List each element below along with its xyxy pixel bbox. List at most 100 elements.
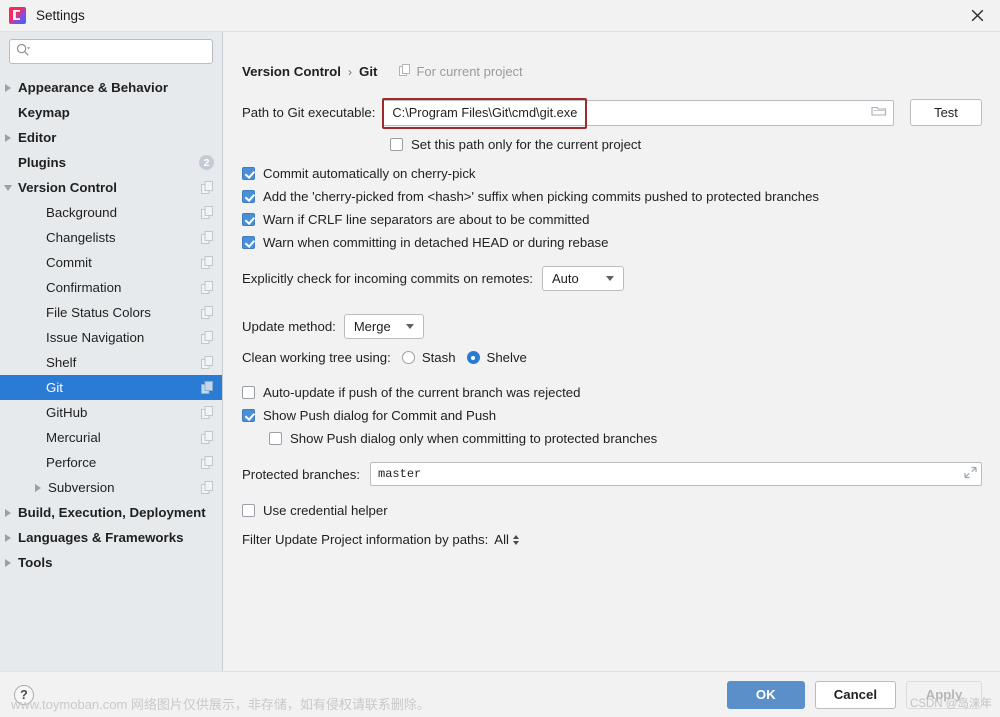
chevron-right-icon[interactable] <box>32 481 45 494</box>
sidebar-item-appearance-behavior[interactable]: Appearance & Behavior <box>0 75 222 100</box>
sidebar-item-version-control[interactable]: Version Control <box>0 175 222 200</box>
sidebar-item-label: Mercurial <box>46 430 101 445</box>
chevron-right-icon[interactable] <box>2 81 15 94</box>
copy-icon <box>201 206 214 219</box>
sidebar-item-file-status-colors[interactable]: File Status Colors <box>0 300 222 325</box>
filter-paths-picker[interactable]: All <box>494 532 519 547</box>
for-current-project-label: For current project <box>399 64 523 79</box>
search-box[interactable] <box>9 39 213 64</box>
settings-main-panel: Version Control › Git For current projec… <box>223 32 1000 671</box>
ok-button[interactable]: OK <box>726 680 805 709</box>
chevron-down-icon <box>401 324 419 329</box>
sidebar-item-subversion[interactable]: Subversion <box>0 475 222 500</box>
update-method-value: Merge <box>353 319 391 334</box>
git-path-input[interactable]: C:\Program Files\Git\cmd\git.exe <box>382 97 894 129</box>
push-option-row-0[interactable]: Auto-update if push of the current branc… <box>242 385 982 400</box>
git-option-row-0[interactable]: Commit automatically on cherry-pick <box>242 166 982 181</box>
sidebar-item-tools[interactable]: Tools <box>0 550 222 575</box>
push-protected-only-label: Show Push dialog only when committing to… <box>290 431 658 446</box>
git-option-checkbox-1[interactable] <box>242 190 255 203</box>
git-option-row-1[interactable]: Add the 'cherry-picked from <hash>' suff… <box>242 189 982 204</box>
sidebar-item-commit[interactable]: Commit <box>0 250 222 275</box>
credential-helper-checkbox[interactable] <box>242 504 255 517</box>
sidebar-item-mercurial[interactable]: Mercurial <box>0 425 222 450</box>
intellij-idea-logo-icon <box>9 7 26 24</box>
credential-helper-label: Use credential helper <box>263 503 388 518</box>
chevron-right-icon[interactable] <box>2 556 15 569</box>
sidebar-item-label: Commit <box>46 255 92 270</box>
push-option-checkbox-0[interactable] <box>242 386 255 399</box>
sidebar-item-editor[interactable]: Editor <box>0 125 222 150</box>
folder-icon[interactable] <box>871 104 887 121</box>
sidebar-item-perforce[interactable]: Perforce <box>0 450 222 475</box>
push-options-group: Auto-update if push of the current branc… <box>242 385 982 423</box>
test-button[interactable]: Test <box>910 99 982 126</box>
copy-icon <box>399 64 411 79</box>
push-sub-checkbox-row[interactable]: Show Push dialog only when committing to… <box>269 431 982 446</box>
update-method-select[interactable]: Merge <box>343 314 424 339</box>
push-option-checkbox-1[interactable] <box>242 409 255 422</box>
chevron-right-icon[interactable] <box>2 131 15 144</box>
incoming-commits-label: Explicitly check for incoming commits on… <box>242 271 533 286</box>
breadcrumb-root[interactable]: Version Control <box>242 64 341 79</box>
settings-window: Settings Appearance & Behavior Keymap Ed… <box>0 0 1000 717</box>
chevron-down-icon[interactable] <box>2 181 15 194</box>
radio-stash[interactable]: Stash <box>401 350 456 365</box>
stash-label: Stash <box>421 350 456 365</box>
sidebar-item-background[interactable]: Background <box>0 200 222 225</box>
shelve-label: Shelve <box>486 350 527 365</box>
sidebar-item-shelf[interactable]: Shelf <box>0 350 222 375</box>
sidebar-item-label: Languages & Frameworks <box>18 530 184 545</box>
sidebar-item-label: Issue Navigation <box>46 330 145 345</box>
copy-icon <box>201 256 214 269</box>
push-option-row-1[interactable]: Show Push dialog for Commit and Push <box>242 408 982 423</box>
push-sub-option-row: Show Push dialog only when committing to… <box>242 431 982 446</box>
sidebar-item-languages-frameworks[interactable]: Languages & Frameworks <box>0 525 222 550</box>
sidebar-item-git[interactable]: Git <box>0 375 222 400</box>
sidebar-item-label: Plugins <box>18 155 67 170</box>
git-option-row-2[interactable]: Warn if CRLF line separators are about t… <box>242 212 982 227</box>
copy-icon <box>201 381 214 394</box>
apply-button[interactable]: Apply <box>906 680 982 709</box>
sidebar-item-changelists[interactable]: Changelists <box>0 225 222 250</box>
protected-branches-value: master <box>378 467 422 481</box>
help-button[interactable]: ? <box>14 684 34 705</box>
incoming-commits-select[interactable]: Auto <box>541 266 624 291</box>
chevron-right-icon[interactable] <box>2 531 15 544</box>
push-protected-only-checkbox[interactable] <box>269 432 282 445</box>
sidebar-item-confirmation[interactable]: Confirmation <box>0 275 222 300</box>
window-title: Settings <box>36 8 85 23</box>
title-bar: Settings <box>0 0 1000 31</box>
set-path-only-checkbox[interactable] <box>390 138 403 151</box>
git-option-checkbox-0[interactable] <box>242 167 255 180</box>
push-option-label-1: Show Push dialog for Commit and Push <box>263 408 497 423</box>
radio-shelve[interactable]: Shelve <box>466 350 527 365</box>
sidebar-item-github[interactable]: GitHub <box>0 400 222 425</box>
chevron-right-icon[interactable] <box>2 506 15 519</box>
sidebar-item-keymap[interactable]: Keymap <box>0 100 222 125</box>
credential-helper-row[interactable]: Use credential helper <box>242 503 982 518</box>
cancel-button[interactable]: Cancel <box>814 680 896 709</box>
dialog-footer: ? OK Cancel Apply www.toymoban.com 网络图片仅… <box>0 671 1000 717</box>
stash-radio[interactable] <box>401 351 415 364</box>
for-current-project-text: For current project <box>416 64 523 79</box>
copy-icon <box>201 406 214 419</box>
sidebar-item-label: Git <box>46 380 63 395</box>
git-option-checkbox-2[interactable] <box>242 213 255 226</box>
search-input[interactable] <box>30 40 206 63</box>
git-option-row-3[interactable]: Warn when committing in detached HEAD or… <box>242 235 982 250</box>
git-option-checkbox-3[interactable] <box>242 236 255 249</box>
protected-branches-input[interactable]: master <box>370 462 982 486</box>
sidebar-item-plugins[interactable]: Plugins 2 <box>0 150 222 175</box>
sidebar-item-label: GitHub <box>46 405 88 420</box>
update-method-label: Update method: <box>242 319 336 334</box>
sidebar-item-issue-navigation[interactable]: Issue Navigation <box>0 325 222 350</box>
sidebar-item-build-execution-deployment[interactable]: Build, Execution, Deployment <box>0 500 222 525</box>
expand-icon[interactable] <box>964 466 977 482</box>
search-icon <box>16 43 31 60</box>
chevron-down-icon <box>601 276 619 281</box>
close-icon[interactable] <box>954 0 1000 31</box>
shelve-radio[interactable] <box>466 351 480 364</box>
filter-paths-value: All <box>494 532 509 547</box>
set-path-only-checkbox-row[interactable]: Set this path only for the current proje… <box>390 137 982 152</box>
